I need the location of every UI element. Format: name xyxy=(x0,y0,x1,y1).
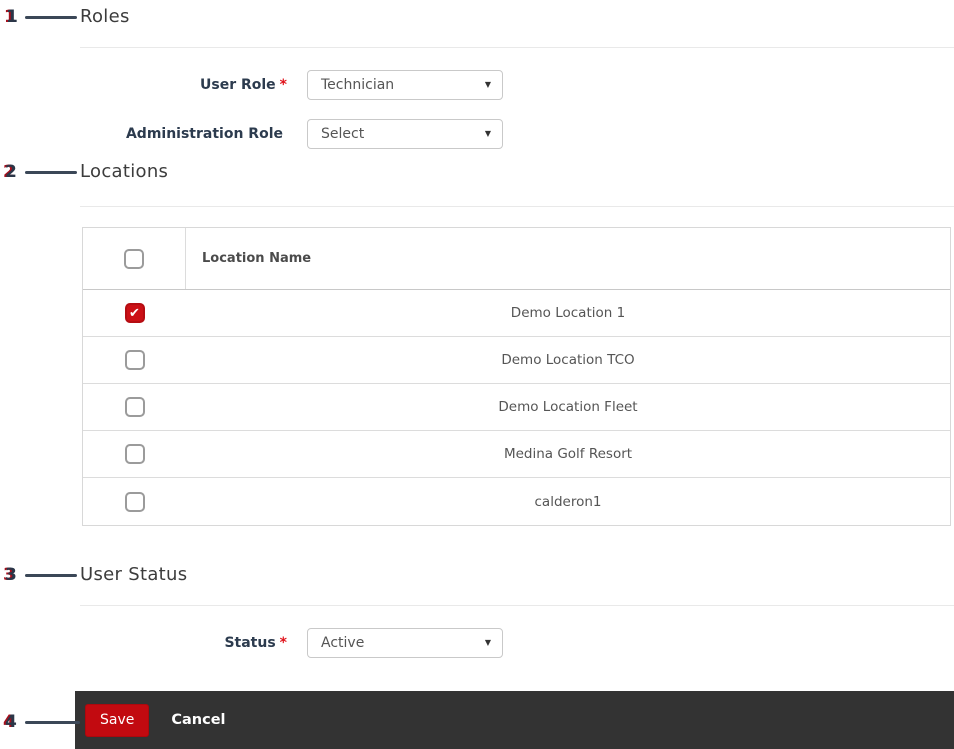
location-name: Medina Golf Resort xyxy=(503,446,633,462)
row-checkbox-cell: ✔ xyxy=(83,337,186,383)
row-checkbox-cell: ✔ xyxy=(83,384,186,430)
locations-section-heading: Locations xyxy=(80,161,169,182)
callout-line-2 xyxy=(25,171,77,174)
location-checkbox[interactable]: ✔ xyxy=(124,444,145,464)
callout-number-1: 1 xyxy=(6,7,18,27)
location-checkbox[interactable]: ✔ xyxy=(124,491,145,512)
required-asterisk: * xyxy=(279,635,287,651)
table-row[interactable]: ✔ Demo Location 1 xyxy=(83,290,950,337)
save-button[interactable]: Save xyxy=(85,703,150,737)
callout-number-3: 3 xyxy=(5,565,17,585)
callout-line-1 xyxy=(25,16,77,19)
select-all-checkbox[interactable]: ✔ xyxy=(124,248,144,269)
location-name-column-header: Location Name xyxy=(202,251,312,266)
user-role-row: User Role * Technician ▼ xyxy=(80,70,503,100)
row-checkbox-cell: ✔ xyxy=(83,478,186,525)
status-select[interactable]: Active ▼ xyxy=(307,628,503,658)
section-divider xyxy=(80,605,954,606)
location-name: calderon1 xyxy=(534,493,602,510)
administration-role-label: Administration Role xyxy=(80,119,287,149)
cancel-button[interactable]: Cancel xyxy=(171,712,225,728)
callout-line-3 xyxy=(25,574,77,577)
location-name: Demo Location Fleet xyxy=(498,399,638,415)
user-role-label: User Role * xyxy=(80,70,287,100)
location-checkbox[interactable]: ✔ xyxy=(124,303,145,323)
table-row[interactable]: ✔ calderon1 xyxy=(83,478,950,525)
roles-section-heading: Roles xyxy=(80,6,130,27)
row-checkbox-cell: ✔ xyxy=(83,431,186,477)
location-name: Demo Location 1 xyxy=(510,305,626,321)
callout-number-4: 4 xyxy=(5,712,17,732)
section-divider xyxy=(80,206,954,207)
table-row[interactable]: ✔ Demo Location TCO xyxy=(83,337,950,384)
status-selected-value: Active xyxy=(321,635,365,651)
location-checkbox[interactable]: ✔ xyxy=(124,350,145,370)
required-asterisk: * xyxy=(279,77,287,93)
user-role-select[interactable]: Technician ▼ xyxy=(307,70,503,100)
locations-table-header: ✔ Location Name xyxy=(83,228,950,290)
status-label: Status * xyxy=(80,628,287,658)
section-divider xyxy=(80,47,954,48)
user-role-selected-value: Technician xyxy=(321,77,395,93)
header-checkbox-cell: ✔ xyxy=(83,228,186,289)
table-row[interactable]: ✔ Demo Location Fleet xyxy=(83,384,950,431)
table-row[interactable]: ✔ Medina Golf Resort xyxy=(83,431,950,478)
administration-role-selected-value: Select xyxy=(321,126,365,142)
row-checkbox-cell: ✔ xyxy=(83,290,186,336)
callout-line-4 xyxy=(25,721,80,724)
check-icon: ✔ xyxy=(129,305,140,321)
user-status-section-heading: User Status xyxy=(80,564,188,585)
dropdown-arrow-icon: ▼ xyxy=(484,129,491,138)
dropdown-arrow-icon: ▼ xyxy=(484,638,491,647)
footer-action-bar: Save Cancel xyxy=(75,691,954,749)
callout-number-2: 2 xyxy=(5,162,17,182)
administration-role-label-text: Administration Role xyxy=(125,126,283,142)
user-role-label-text: User Role xyxy=(200,77,276,93)
user-form-page: 1 2 3 4 Roles User Role * Technician ▼ Ad… xyxy=(0,0,954,749)
status-label-text: Status xyxy=(224,635,276,651)
administration-role-row: Administration Role Select ▼ xyxy=(80,119,503,149)
dropdown-arrow-icon: ▼ xyxy=(484,80,491,89)
location-name: Demo Location TCO xyxy=(501,352,635,368)
location-checkbox[interactable]: ✔ xyxy=(124,397,145,417)
status-row: Status * Active ▼ xyxy=(80,628,503,658)
administration-role-select[interactable]: Select ▼ xyxy=(307,119,503,149)
locations-table: ✔ Location Name ✔ Demo Location 1 ✔ Demo… xyxy=(82,227,951,526)
